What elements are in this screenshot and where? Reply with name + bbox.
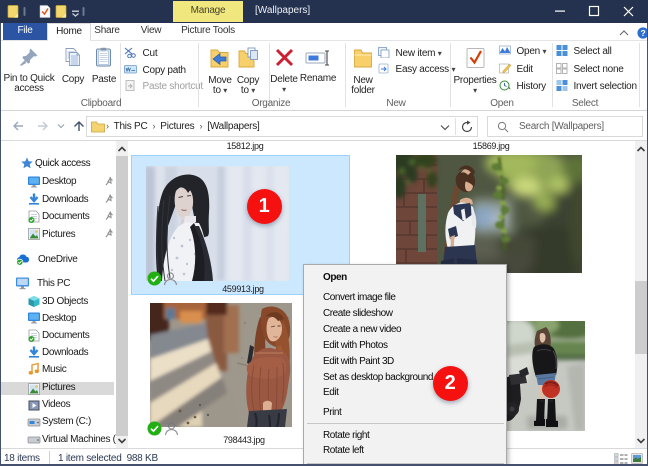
svg-text:?: ? (641, 28, 646, 38)
